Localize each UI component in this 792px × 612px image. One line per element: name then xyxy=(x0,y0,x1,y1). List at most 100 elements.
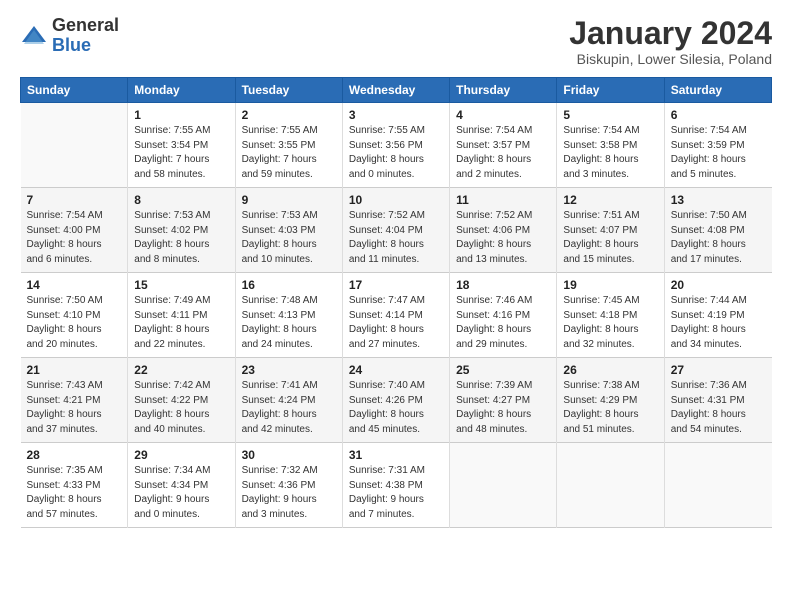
calendar-cell: 10 Sunrise: 7:52 AM Sunset: 4:04 PM Dayli… xyxy=(342,188,449,273)
calendar-cell: 9Sunrise: 7:53 AM Sunset: 4:03 PM Daylig… xyxy=(235,188,342,273)
day-number: 15 xyxy=(134,278,228,292)
calendar-cell: 3 Sunrise: 7:55 AM Sunset: 3:56 PM Daylig… xyxy=(342,103,449,188)
day-number: 20 xyxy=(671,278,766,292)
header-thursday: Thursday xyxy=(450,78,557,103)
day-number: 7 xyxy=(27,193,122,207)
title-block: January 2024 Biskupin, Lower Silesia, Po… xyxy=(569,16,772,67)
calendar-cell: 5Sunrise: 7:54 AM Sunset: 3:58 PM Daylig… xyxy=(557,103,664,188)
day-info: Sunrise: 7:54 AM Sunset: 3:59 PM Dayligh… xyxy=(671,124,766,182)
calendar-cell: 13 Sunrise: 7:50 AM Sunset: 4:08 PM Dayli… xyxy=(664,188,771,273)
day-number: 11 xyxy=(456,193,550,207)
header-friday: Friday xyxy=(557,78,664,103)
day-number: 5 xyxy=(563,108,657,122)
calendar-table: Sunday Monday Tuesday Wednesday Thursday… xyxy=(20,77,772,528)
calendar-cell: 31 Sunrise: 7:31 AM Sunset: 4:38 PM Dayli… xyxy=(342,443,449,528)
logo-general-text: General xyxy=(52,16,119,36)
day-info: Sunrise: 7:47 AM Sunset: 4:14 PM Dayligh… xyxy=(349,294,443,352)
header-wednesday: Wednesday xyxy=(342,78,449,103)
logo-text: General Blue xyxy=(52,16,119,56)
day-number: 23 xyxy=(242,363,336,377)
day-info: Sunrise: 7:51 AM Sunset: 4:07 PM Dayligh… xyxy=(563,209,657,267)
day-number: 10 xyxy=(349,193,443,207)
day-number: 25 xyxy=(456,363,550,377)
day-info: Sunrise: 7:50 AM Sunset: 4:10 PM Dayligh… xyxy=(27,294,122,352)
calendar-week-0: 1 Sunrise: 7:55 AM Sunset: 3:54 PM Daylig… xyxy=(21,103,772,188)
day-number: 1 xyxy=(134,108,228,122)
day-info: Sunrise: 7:55 AM Sunset: 3:56 PM Dayligh… xyxy=(349,124,443,182)
header-sunday: Sunday xyxy=(21,78,128,103)
day-number: 27 xyxy=(671,363,766,377)
day-info: Sunrise: 7:54 AM Sunset: 4:00 PM Dayligh… xyxy=(27,209,122,267)
calendar-cell: 22Sunrise: 7:42 AM Sunset: 4:22 PM Dayli… xyxy=(128,358,235,443)
calendar-cell xyxy=(664,443,771,528)
calendar-cell: 8 Sunrise: 7:53 AM Sunset: 4:02 PM Daylig… xyxy=(128,188,235,273)
day-number: 21 xyxy=(27,363,122,377)
day-number: 9 xyxy=(242,193,336,207)
day-info: Sunrise: 7:55 AM Sunset: 3:54 PM Dayligh… xyxy=(134,124,228,182)
day-number: 18 xyxy=(456,278,550,292)
day-number: 29 xyxy=(134,448,228,462)
header-row: Sunday Monday Tuesday Wednesday Thursday… xyxy=(21,78,772,103)
day-number: 8 xyxy=(134,193,228,207)
day-info: Sunrise: 7:53 AM Sunset: 4:02 PM Dayligh… xyxy=(134,209,228,267)
header-monday: Monday xyxy=(128,78,235,103)
day-info: Sunrise: 7:32 AM Sunset: 4:36 PM Dayligh… xyxy=(242,464,336,522)
calendar-cell: 7 Sunrise: 7:54 AM Sunset: 4:00 PM Daylig… xyxy=(21,188,128,273)
calendar-page: General Blue January 2024 Biskupin, Lowe… xyxy=(0,0,792,612)
calendar-cell: 12Sunrise: 7:51 AM Sunset: 4:07 PM Dayli… xyxy=(557,188,664,273)
day-info: Sunrise: 7:35 AM Sunset: 4:33 PM Dayligh… xyxy=(27,464,122,522)
calendar-cell: 15 Sunrise: 7:49 AM Sunset: 4:11 PM Dayli… xyxy=(128,273,235,358)
day-info: Sunrise: 7:49 AM Sunset: 4:11 PM Dayligh… xyxy=(134,294,228,352)
day-number: 22 xyxy=(134,363,228,377)
day-info: Sunrise: 7:38 AM Sunset: 4:29 PM Dayligh… xyxy=(563,379,657,437)
day-info: Sunrise: 7:39 AM Sunset: 4:27 PM Dayligh… xyxy=(456,379,550,437)
calendar-cell: 17 Sunrise: 7:47 AM Sunset: 4:14 PM Dayli… xyxy=(342,273,449,358)
day-info: Sunrise: 7:34 AM Sunset: 4:34 PM Dayligh… xyxy=(134,464,228,522)
day-info: Sunrise: 7:31 AM Sunset: 4:38 PM Dayligh… xyxy=(349,464,443,522)
calendar-cell xyxy=(21,103,128,188)
calendar-cell: 19 Sunrise: 7:45 AM Sunset: 4:18 PM Dayli… xyxy=(557,273,664,358)
day-number: 17 xyxy=(349,278,443,292)
header: General Blue January 2024 Biskupin, Lowe… xyxy=(20,16,772,67)
calendar-week-4: 28Sunrise: 7:35 AM Sunset: 4:33 PM Dayli… xyxy=(21,443,772,528)
day-number: 16 xyxy=(242,278,336,292)
day-info: Sunrise: 7:52 AM Sunset: 4:06 PM Dayligh… xyxy=(456,209,550,267)
calendar-cell: 4Sunrise: 7:54 AM Sunset: 3:57 PM Daylig… xyxy=(450,103,557,188)
calendar-cell xyxy=(450,443,557,528)
calendar-cell: 29 Sunrise: 7:34 AM Sunset: 4:34 PM Dayli… xyxy=(128,443,235,528)
day-info: Sunrise: 7:40 AM Sunset: 4:26 PM Dayligh… xyxy=(349,379,443,437)
day-number: 13 xyxy=(671,193,766,207)
logo: General Blue xyxy=(20,16,119,56)
day-info: Sunrise: 7:43 AM Sunset: 4:21 PM Dayligh… xyxy=(27,379,122,437)
logo-icon xyxy=(20,22,48,50)
calendar-cell: 1 Sunrise: 7:55 AM Sunset: 3:54 PM Daylig… xyxy=(128,103,235,188)
calendar-cell: 21 Sunrise: 7:43 AM Sunset: 4:21 PM Dayli… xyxy=(21,358,128,443)
day-info: Sunrise: 7:44 AM Sunset: 4:19 PM Dayligh… xyxy=(671,294,766,352)
day-number: 2 xyxy=(242,108,336,122)
calendar-cell: 11 Sunrise: 7:52 AM Sunset: 4:06 PM Dayli… xyxy=(450,188,557,273)
calendar-cell: 2 Sunrise: 7:55 AM Sunset: 3:55 PM Daylig… xyxy=(235,103,342,188)
day-number: 31 xyxy=(349,448,443,462)
day-info: Sunrise: 7:50 AM Sunset: 4:08 PM Dayligh… xyxy=(671,209,766,267)
calendar-title: January 2024 xyxy=(569,16,772,51)
calendar-subtitle: Biskupin, Lower Silesia, Poland xyxy=(569,51,772,67)
day-info: Sunrise: 7:54 AM Sunset: 3:57 PM Dayligh… xyxy=(456,124,550,182)
day-number: 14 xyxy=(27,278,122,292)
day-info: Sunrise: 7:52 AM Sunset: 4:04 PM Dayligh… xyxy=(349,209,443,267)
day-number: 6 xyxy=(671,108,766,122)
day-info: Sunrise: 7:55 AM Sunset: 3:55 PM Dayligh… xyxy=(242,124,336,182)
day-number: 26 xyxy=(563,363,657,377)
calendar-cell: 30 Sunrise: 7:32 AM Sunset: 4:36 PM Dayli… xyxy=(235,443,342,528)
day-number: 19 xyxy=(563,278,657,292)
day-number: 30 xyxy=(242,448,336,462)
calendar-cell: 23 Sunrise: 7:41 AM Sunset: 4:24 PM Dayli… xyxy=(235,358,342,443)
calendar-cell: 24 Sunrise: 7:40 AM Sunset: 4:26 PM Dayli… xyxy=(342,358,449,443)
day-number: 3 xyxy=(349,108,443,122)
header-tuesday: Tuesday xyxy=(235,78,342,103)
day-info: Sunrise: 7:36 AM Sunset: 4:31 PM Dayligh… xyxy=(671,379,766,437)
day-number: 24 xyxy=(349,363,443,377)
day-info: Sunrise: 7:45 AM Sunset: 4:18 PM Dayligh… xyxy=(563,294,657,352)
day-info: Sunrise: 7:41 AM Sunset: 4:24 PM Dayligh… xyxy=(242,379,336,437)
logo-blue-text: Blue xyxy=(52,36,119,56)
calendar-cell: 14 Sunrise: 7:50 AM Sunset: 4:10 PM Dayli… xyxy=(21,273,128,358)
